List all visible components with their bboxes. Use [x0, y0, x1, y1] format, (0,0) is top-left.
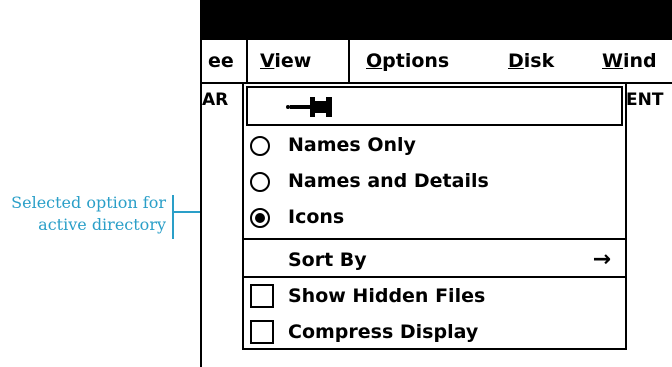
callout-text: Selected option for active directory	[0, 192, 166, 236]
option-names-only[interactable]: Names Only	[244, 127, 625, 163]
option-compress-display[interactable]: Compress Display	[244, 314, 625, 350]
pushpin-icon	[286, 97, 332, 117]
menu-divider	[244, 238, 625, 240]
radio-button[interactable]	[250, 172, 270, 192]
menu-view[interactable]: View	[260, 40, 311, 82]
option-icons[interactable]: Icons	[244, 199, 625, 235]
radio-button[interactable]	[250, 136, 270, 156]
pin-menu-button[interactable]	[246, 86, 623, 126]
menu-separator	[348, 40, 350, 82]
radio-button-selected[interactable]	[250, 208, 270, 228]
menu-tree[interactable]: ee	[208, 40, 234, 82]
option-names-and-details[interactable]: Names and Details	[244, 163, 625, 199]
option-label: Names Only	[288, 134, 416, 156]
menu-disk[interactable]: Disk	[508, 40, 554, 82]
title-bar	[202, 0, 672, 40]
callout-line-1: Selected option for	[11, 193, 166, 212]
callout-line-2: active directory	[38, 215, 166, 234]
submenu-arrow-icon: →	[592, 247, 611, 272]
background-label-left: AR	[202, 90, 229, 110]
option-label: Compress Display	[288, 321, 479, 343]
option-label: Show Hidden Files	[288, 285, 486, 307]
callout-bracket	[172, 195, 174, 239]
option-show-hidden-files[interactable]: Show Hidden Files	[244, 278, 625, 314]
menu-bar: ee View Options Disk Wind	[202, 40, 672, 84]
option-label: Names and Details	[288, 170, 489, 192]
option-label: Sort By	[288, 249, 367, 271]
option-sort-by[interactable]: Sort By →	[244, 242, 625, 278]
menu-separator	[246, 40, 248, 82]
menu-options[interactable]: Options	[366, 40, 449, 82]
view-menu-dropdown: Names Only Names and Details Icons Sort …	[242, 82, 627, 350]
app-window: ee View Options Disk Wind AR ENT Names O…	[200, 0, 672, 367]
checkbox[interactable]	[250, 320, 274, 344]
checkbox[interactable]	[250, 284, 274, 308]
background-label-right: ENT	[626, 90, 664, 110]
menu-window[interactable]: Wind	[602, 40, 657, 82]
option-label: Icons	[288, 206, 345, 228]
